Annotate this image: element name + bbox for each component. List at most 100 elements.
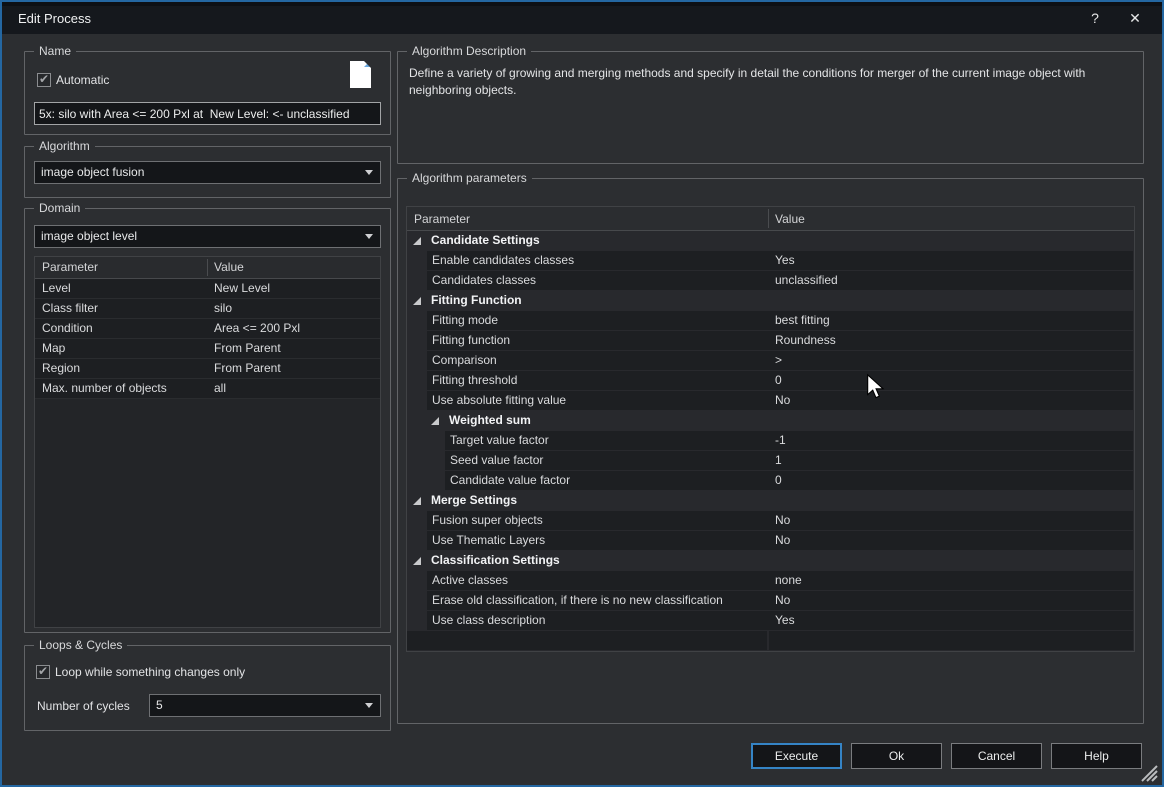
parameter-row[interactable]: Enable candidates classesYes [407,251,1134,271]
parameter-name: Fusion super objects [432,511,543,530]
parameter-value[interactable]: Roundness [775,331,836,350]
domain-value-cell: all [214,379,226,398]
automatic-checkbox-row[interactable]: ✔ Automatic [37,73,109,87]
domain-table-row[interactable]: Condition Area <= 200 Pxl [35,319,380,339]
parameter-name: Candidate value factor [450,471,570,490]
parameter-row[interactable]: Active classesnone [407,571,1134,591]
loop-checkbox-row[interactable]: ✔ Loop while something changes only [36,665,245,679]
expander-icon[interactable] [413,497,421,505]
footer-button-row: Execute Ok Cancel Help [2,743,1142,769]
help-icon[interactable]: ? [1080,7,1110,29]
parameter-value[interactable]: No [775,391,790,410]
parameter-name: Use absolute fitting value [432,391,566,410]
domain-dropdown[interactable]: image object level [34,225,381,248]
parameter-name: Seed value factor [450,451,543,470]
parameter-group-title: Merge Settings [431,491,517,510]
parameter-row[interactable]: Fusion super objects No [407,511,1134,531]
parameter-value[interactable]: none [775,571,802,590]
parameter-value[interactable]: 0 [775,471,782,490]
parameters-table-header: Parameter Value [407,207,1134,231]
process-name-input[interactable] [34,102,381,125]
domain-param-cell: Condition [42,319,93,338]
parameter-group-row[interactable]: Candidate Settings [407,231,1134,251]
number-of-cycles-combobox[interactable]: 5 [149,694,381,717]
parameter-row[interactable]: Fitting mode best fitting [407,311,1134,331]
number-of-cycles-value: 5 [156,698,163,712]
domain-table-row[interactable]: Max. number of objects all [35,379,380,399]
parameter-value[interactable]: No [775,531,790,550]
parameter-value[interactable]: -1 [775,431,786,450]
expander-icon[interactable] [413,557,421,565]
parameter-name: Erase old classification, if there is no… [432,591,723,610]
domain-group: Domain image object level Parameter Valu… [24,208,391,633]
resize-grip[interactable] [1138,764,1158,782]
parameter-value[interactable]: No [775,511,790,530]
parameter-row[interactable]: Candidates classesunclassified [407,271,1134,291]
help-button[interactable]: Help [1051,743,1142,769]
parameter-value[interactable]: Yes [775,251,795,270]
domain-table-row[interactable]: Map From Parent [35,339,380,359]
execute-button[interactable]: Execute [751,743,842,769]
ok-button[interactable]: Ok [851,743,942,769]
titlebar[interactable]: Edit Process ? ✕ [2,2,1162,34]
parameter-value[interactable]: 1 [775,451,782,470]
parameter-row[interactable]: Fitting function Roundness [407,331,1134,351]
domain-param-cell: Map [42,339,65,358]
parameter-group-row[interactable]: Weighted sum [407,411,1134,431]
cancel-button[interactable]: Cancel [951,743,1042,769]
loop-checkbox[interactable]: ✔ [36,665,50,679]
parameter-row[interactable]: Fitting threshold0 [407,371,1134,391]
parameter-name: Fitting mode [432,311,498,330]
column-divider [768,209,769,228]
parameter-group-row[interactable]: Fitting Function [407,291,1134,311]
chevron-down-icon [365,170,373,175]
parameter-row[interactable]: Comparison> [407,351,1134,371]
expander-icon[interactable] [431,417,439,425]
parameter-value[interactable]: 0 [775,371,782,390]
domain-param-cell: Class filter [42,299,98,318]
domain-table-row[interactable]: LevelNew Level [35,279,380,299]
chevron-down-icon [365,703,373,708]
parameter-value[interactable]: > [775,351,782,370]
parameter-value[interactable]: Yes [775,611,795,630]
empty-cell [769,631,1133,650]
row-highlight [445,451,1133,470]
expander-icon[interactable] [413,297,421,305]
parameter-row[interactable]: Use Thematic LayersNo [407,531,1134,551]
close-icon[interactable]: ✕ [1120,7,1150,29]
parameter-value[interactable]: No [775,591,790,610]
domain-param-cell: Region [42,359,80,378]
document-icon [350,61,371,88]
parameter-value[interactable]: best fitting [775,311,830,330]
algorithm-dropdown[interactable]: image object fusion [34,161,381,184]
domain-dropdown-value: image object level [41,229,137,243]
parameter-row[interactable]: Seed value factor 1 [407,451,1134,471]
automatic-checkbox[interactable]: ✔ [37,73,51,87]
parameter-group-row[interactable]: Classification Settings [407,551,1134,571]
parameter-group-row[interactable]: Merge Settings [407,491,1134,511]
parameter-name: Fitting function [432,331,510,350]
number-of-cycles-label: Number of cycles [37,699,130,713]
domain-table-header: Parameter Value [35,257,380,279]
parameter-value[interactable]: unclassified [775,271,838,290]
domain-param-cell: Max. number of objects [42,379,167,398]
domain-col-parameter: Parameter [42,260,98,274]
parameter-row[interactable]: Target value factor-1 [407,431,1134,451]
parameter-group-title: Classification Settings [431,551,560,570]
parameter-row[interactable]: Use absolute fitting value No [407,391,1134,411]
domain-table-row[interactable]: Class filtersilo [35,299,380,319]
domain-value-cell: From Parent [214,339,281,358]
parameter-row[interactable]: Erase old classification, if there is no… [407,591,1134,611]
domain-table-row[interactable]: RegionFrom Parent [35,359,380,379]
algorithm-group-label: Algorithm [34,139,95,153]
parameter-group-title: Weighted sum [449,411,531,430]
parameter-row[interactable]: Use class descriptionYes [407,611,1134,631]
chevron-down-icon [365,234,373,239]
parameter-row[interactable]: Candidate value factor 0 [407,471,1134,491]
parameters-table: Parameter Value Candidate SettingsEnable… [406,206,1135,652]
expander-icon[interactable] [413,237,421,245]
algorithm-description-text: Define a variety of growing and merging … [409,65,1129,100]
domain-value-cell: Area <= 200 Pxl [214,319,300,338]
empty-row[interactable] [407,631,1134,651]
parameters-group-label: Algorithm parameters [407,171,532,185]
